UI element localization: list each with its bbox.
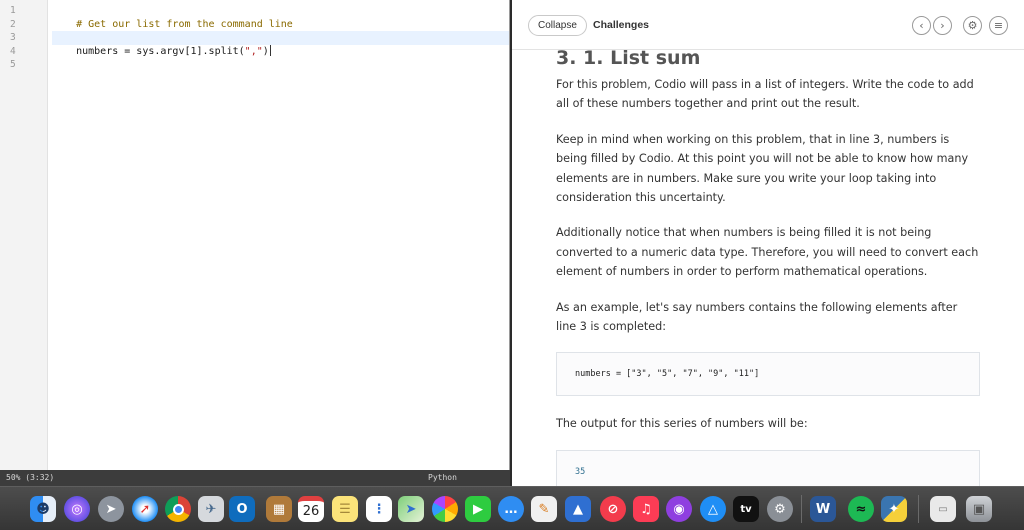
- trash-icon[interactable]: ▣: [966, 496, 992, 522]
- python-launcher-icon[interactable]: ✦: [881, 496, 907, 522]
- instruction-paragraph: Keep in mind when working on this proble…: [556, 132, 969, 205]
- line-number: 1: [10, 5, 16, 16]
- notebook-icon[interactable]: ▦: [266, 496, 292, 522]
- example-code-block: numbers = ["3", "5", "7", "9", "11"]: [556, 352, 980, 397]
- cursor-position: 50% (3:32): [6, 473, 55, 482]
- apple-tv-icon[interactable]: tv: [733, 496, 759, 522]
- chevron-right-icon[interactable]: ›: [933, 16, 952, 35]
- messages-icon[interactable]: …: [498, 496, 524, 522]
- chrome-window-icon[interactable]: ▭: [930, 496, 956, 522]
- calendar-day: 26: [302, 504, 320, 519]
- spotify-icon[interactable]: ≈: [848, 496, 874, 522]
- editor-status-bar: 50% (3:32) Python: [0, 470, 510, 486]
- macos-dock: ☻ ◎ ➤ ➚ ✈ O ▦ 26 ☰ ⋮ ➤ ▶ … ✎ ▲ ⊘ ♫ ◉ △ t…: [0, 486, 1024, 530]
- line-number: 4: [10, 45, 16, 57]
- code-line-4[interactable]: [52, 45, 509, 59]
- code-line-3[interactable]: numbers = sys.argv[1].split(","): [52, 31, 509, 57]
- siri-icon[interactable]: ◎: [64, 496, 90, 522]
- instruction-paragraph: For this problem, Codio will pass in a l…: [556, 78, 974, 111]
- instruction-paragraph: The output for this series of numbers wi…: [556, 417, 808, 431]
- instruction-paragraph: As an example, let's say numbers contain…: [556, 300, 958, 334]
- word-icon[interactable]: W: [810, 496, 836, 522]
- dock-separator: [918, 495, 919, 523]
- facetime-icon[interactable]: ▶: [465, 496, 491, 522]
- photos-icon[interactable]: [432, 496, 458, 522]
- preview-icon[interactable]: ✈: [198, 496, 224, 522]
- line-number-gutter: 1 2 3 4 5: [0, 0, 48, 470]
- guide-content: 3. 1. List sum For this problem, Codio w…: [556, 46, 980, 486]
- outlook-letter: O: [236, 501, 248, 517]
- keynote-icon[interactable]: ✎: [531, 496, 557, 522]
- keynote-stand-icon[interactable]: ▲: [565, 496, 591, 522]
- gear-icon[interactable]: ⚙: [963, 16, 982, 35]
- guide-panel: Collapse Challenges ‹ › ⚙ ≡ 3. 1. List s…: [512, 0, 1024, 486]
- podcasts-icon[interactable]: ◉: [666, 496, 692, 522]
- example-output-block: 35: [556, 449, 980, 486]
- app-store-icon[interactable]: △: [700, 496, 726, 522]
- hamburger-menu-icon[interactable]: ≡: [989, 16, 1008, 35]
- code-line-5[interactable]: [52, 58, 509, 72]
- outlook-icon[interactable]: O: [229, 496, 255, 522]
- code-editor[interactable]: 1 2 3 4 5 # Get our list from the comman…: [0, 0, 510, 486]
- launchpad-icon[interactable]: ➤: [98, 496, 124, 522]
- collapse-button[interactable]: Collapse: [528, 15, 587, 36]
- guide-toolbar: Collapse Challenges ‹ › ⚙ ≡: [512, 0, 1024, 50]
- guide-title: Challenges: [593, 19, 650, 31]
- chrome-icon[interactable]: [165, 496, 191, 522]
- calendar-icon[interactable]: 26: [298, 496, 324, 522]
- language-mode[interactable]: Python: [428, 470, 457, 486]
- chevron-left-icon[interactable]: ‹: [912, 16, 931, 35]
- apple-tv-label: tv: [740, 503, 752, 515]
- code-line-1[interactable]: # Get our list from the command line: [52, 4, 509, 30]
- code-line-2[interactable]: import sys: [52, 18, 509, 43]
- maps-icon[interactable]: ➤: [398, 496, 424, 522]
- finder-icon[interactable]: ☻: [30, 496, 56, 522]
- line-number: 2: [10, 18, 16, 30]
- textedit-icon[interactable]: ☰: [332, 496, 358, 522]
- line-number: 5: [10, 59, 16, 70]
- word-letter: W: [815, 501, 831, 517]
- page-title: 3. 1. List sum: [556, 47, 701, 69]
- line-number: 3: [10, 32, 16, 43]
- dock-separator: [801, 495, 802, 523]
- instruction-paragraph: Additionally notice that when numbers is…: [556, 226, 979, 279]
- system-preferences-icon[interactable]: ⚙: [767, 496, 793, 522]
- reminders-icon[interactable]: ⋮: [366, 496, 392, 522]
- safari-icon[interactable]: ➚: [132, 496, 158, 522]
- music-icon[interactable]: ♫: [633, 496, 659, 522]
- news-icon[interactable]: ⊘: [600, 496, 626, 522]
